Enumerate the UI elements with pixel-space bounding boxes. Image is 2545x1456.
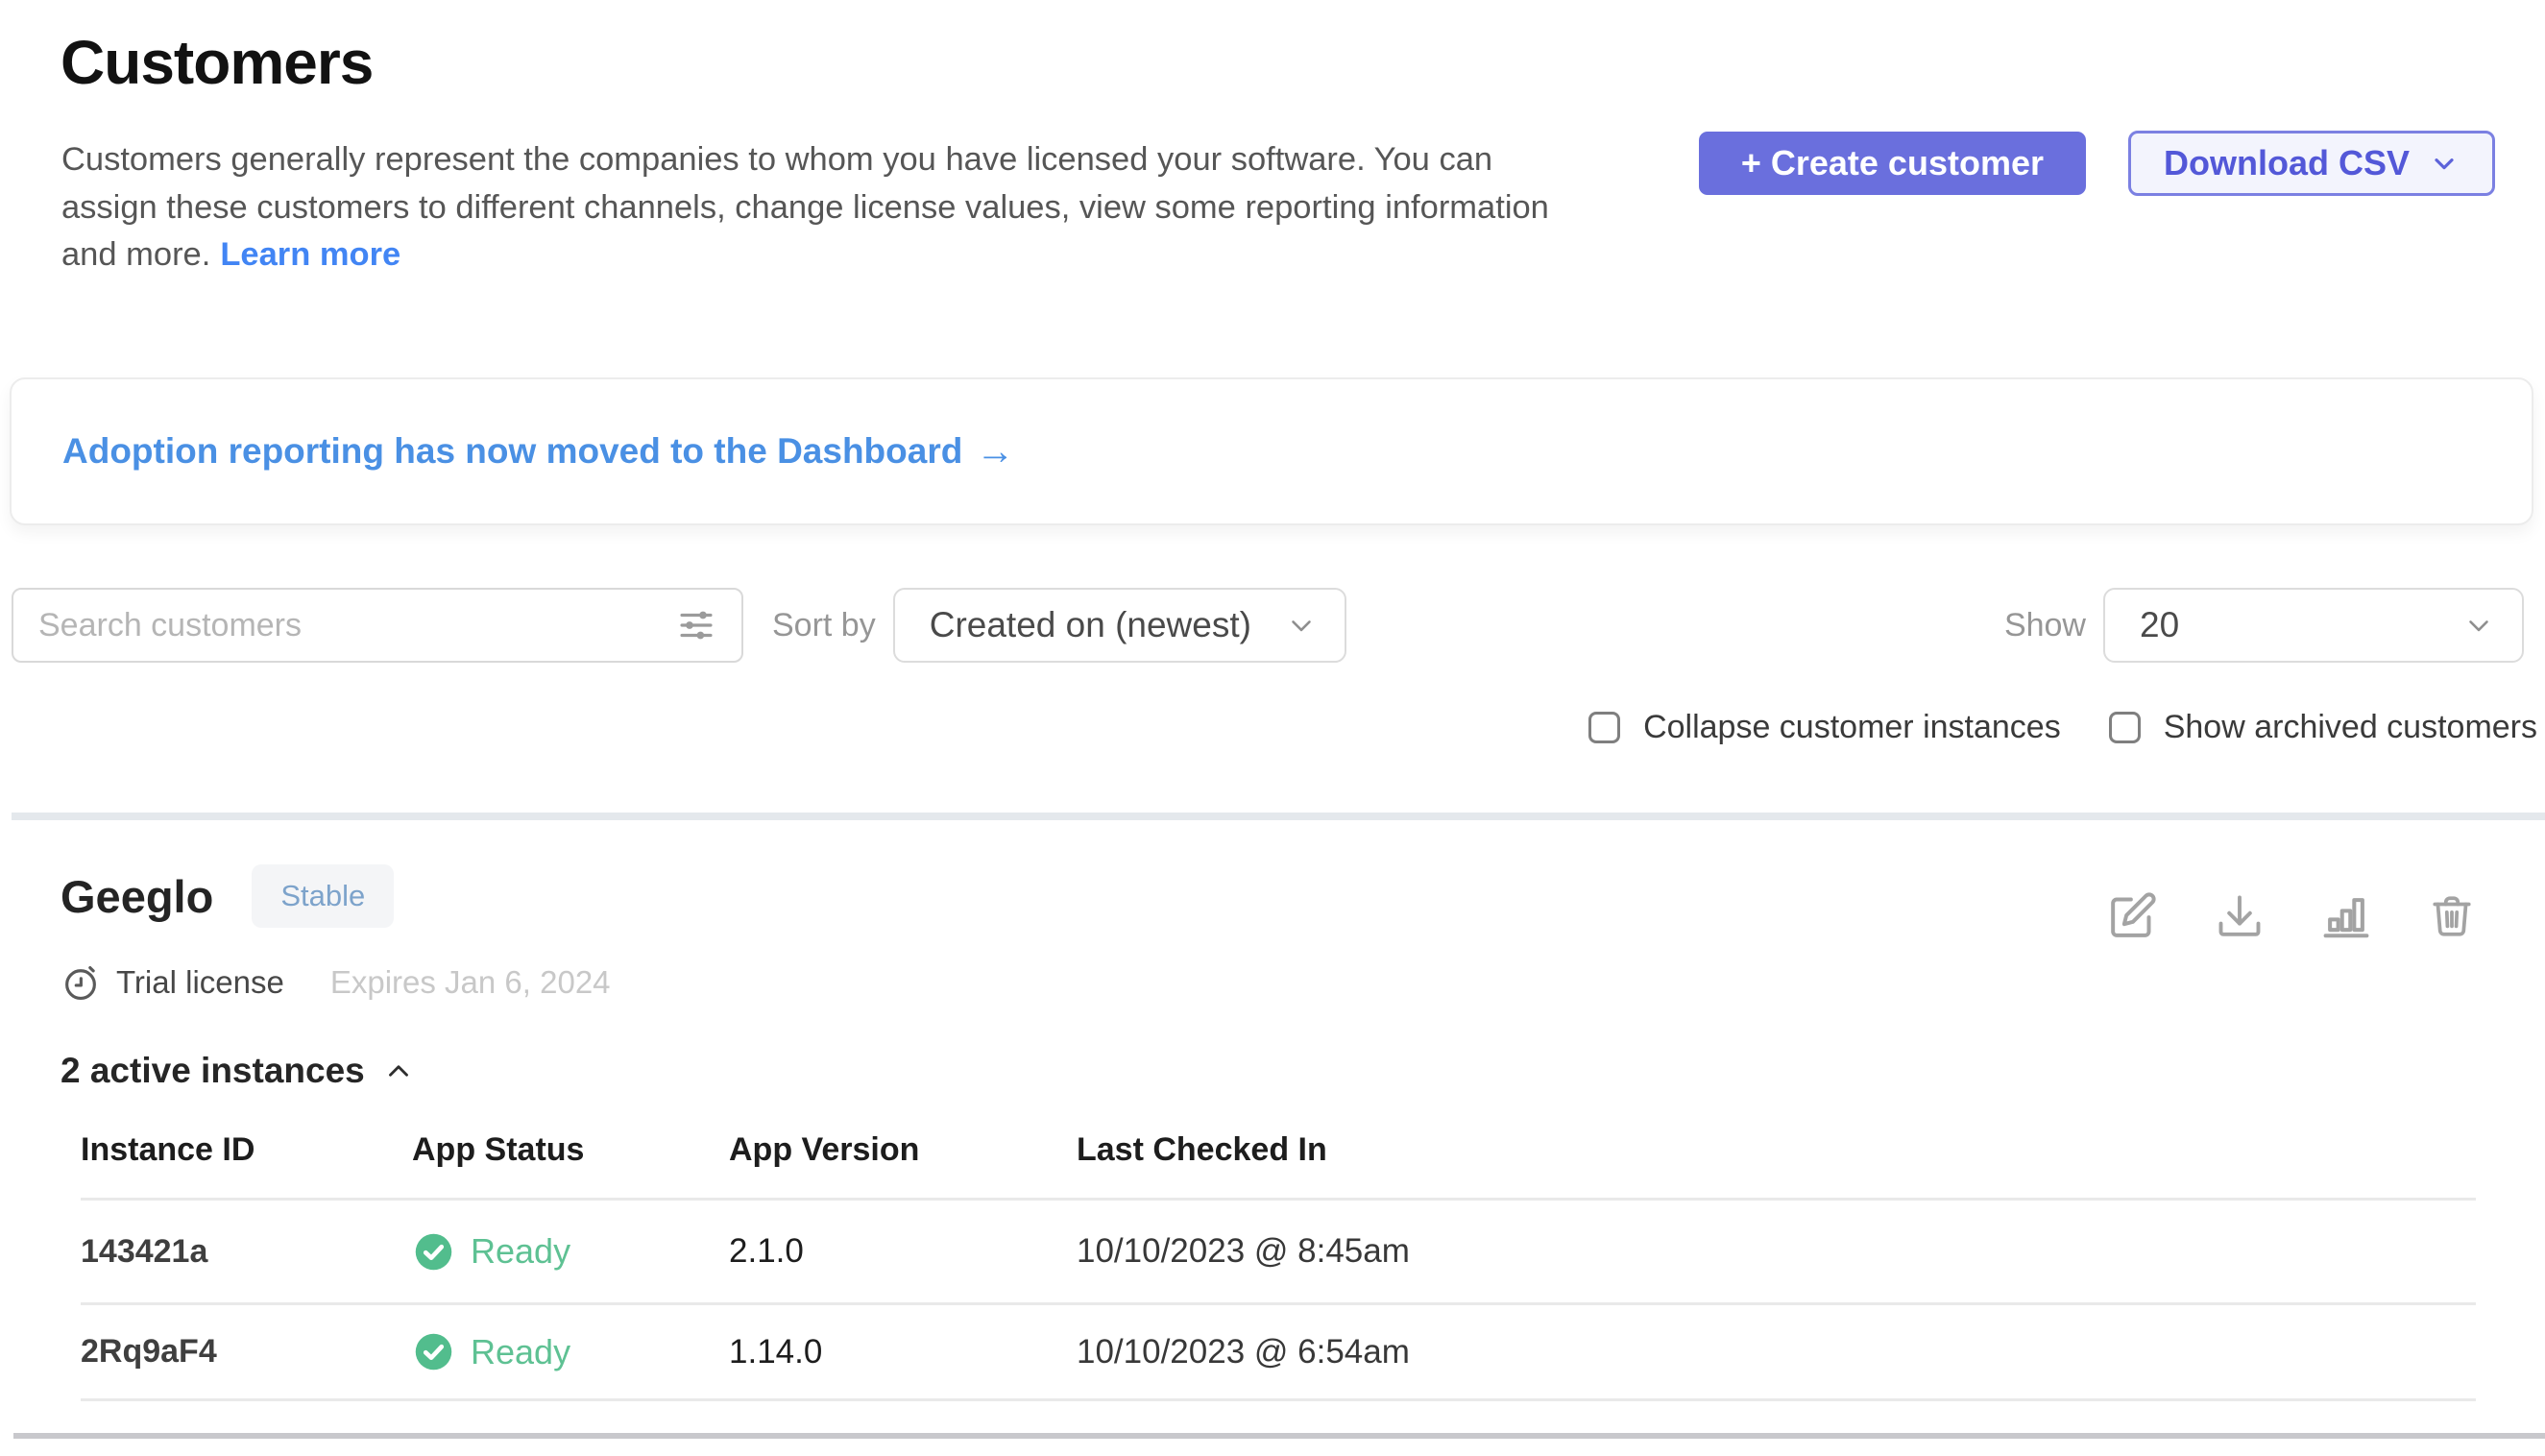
sort-select-value: Created on (newest) [930,605,1251,645]
license-row: Trial license Expires Jan 6, 2024 [61,962,2495,1003]
search-input[interactable] [38,607,676,644]
col-header-last-checked-in: Last Checked In [1077,1131,2476,1169]
checkbox-row: Collapse customer instances Show archive… [1588,709,2537,746]
app-version: 1.14.0 [729,1333,1077,1371]
instances-table: Instance ID App Status App Version Last … [81,1131,2476,1401]
customer-card: Geeglo Stable [61,864,2495,1401]
download-csv-button[interactable]: Download CSV [2128,131,2495,196]
trash-icon[interactable] [2428,892,2476,940]
filter-row: Sort by Created on (newest) Show 20 [12,588,2524,663]
description-line: assign these customers to different chan… [61,184,1549,232]
adoption-banner[interactable]: Adoption reporting has now moved to the … [10,377,2533,525]
instance-id: 2Rq9aF4 [81,1333,412,1371]
arrow-right-icon: → [976,430,1014,473]
description-line: Customers generally represent the compan… [61,136,1549,184]
last-checked-in: 10/10/2023 @ 8:45am [1077,1232,2476,1271]
license-expires: Expires Jan 6, 2024 [330,964,611,1001]
last-checked-in: 10/10/2023 @ 6:54am [1077,1333,2476,1371]
customers-page: Customers Customers generally represent … [0,0,2545,1456]
chevron-down-icon [1285,609,1318,642]
collapse-instances-label: Collapse customer instances [1643,709,2061,746]
chevron-down-icon [2429,148,2460,179]
col-header-app-status: App Status [412,1131,729,1169]
show-archived-checkbox[interactable] [2109,712,2141,743]
active-instances-label: 2 active instances [61,1051,365,1091]
filter-sliders-icon[interactable] [676,605,716,645]
trial-clock-icon [61,962,101,1003]
show-label: Show [2004,607,2086,644]
download-icon[interactable] [2215,891,2265,941]
header-actions: + Create customer Download CSV [1699,131,2495,196]
section-divider [12,813,2545,820]
instance-id: 143421a [81,1233,412,1271]
sort-select[interactable]: Created on (newest) [893,588,1346,663]
customer-actions [2105,889,2476,943]
app-status: Ready [412,1230,729,1274]
chevron-down-icon [2462,609,2495,642]
active-instances-toggle[interactable]: 2 active instances [61,1051,2495,1091]
check-circle-icon [412,1330,455,1373]
bar-chart-icon[interactable] [2320,890,2372,942]
learn-more-link[interactable]: Learn more [220,236,400,273]
page-description: Customers generally represent the compan… [61,136,1549,279]
show-select[interactable]: 20 [2103,588,2524,663]
license-type: Trial license [116,964,284,1001]
create-customer-button[interactable]: + Create customer [1699,132,2086,195]
page-title: Customers [61,27,373,98]
col-header-instance-id: Instance ID [81,1131,412,1169]
table-row: 2Rq9aF4 Ready 1.14.0 10/10/2023 @ 6:54am [81,1305,2476,1401]
channel-badge: Stable [252,864,394,928]
show-archived-label: Show archived customers [2164,709,2537,746]
description-line: and more.Learn more [61,231,1549,279]
search-customers-box[interactable] [12,588,743,663]
customer-name: Geeglo [61,870,213,923]
show-select-value: 20 [2140,605,2179,645]
app-version: 2.1.0 [729,1232,1077,1271]
table-header-row: Instance ID App Status App Version Last … [81,1131,2476,1201]
customer-name-row: Geeglo Stable [61,864,2495,928]
col-header-app-version: App Version [729,1131,1077,1169]
check-circle-icon [412,1230,455,1274]
collapse-instances-option[interactable]: Collapse customer instances [1588,709,2061,746]
show-archived-option[interactable]: Show archived customers [2109,709,2537,746]
adoption-banner-link[interactable]: Adoption reporting has now moved to the … [62,431,962,472]
bottom-divider [13,1433,2545,1439]
collapse-instances-checkbox[interactable] [1588,712,1620,743]
sort-by-label: Sort by [772,607,876,644]
download-csv-label: Download CSV [2164,143,2410,183]
app-status: Ready [412,1330,729,1373]
table-row: 143421a Ready 2.1.0 10/10/2023 @ 8:45am [81,1201,2476,1305]
chevron-up-icon [382,1055,415,1087]
edit-icon[interactable] [2105,889,2159,943]
